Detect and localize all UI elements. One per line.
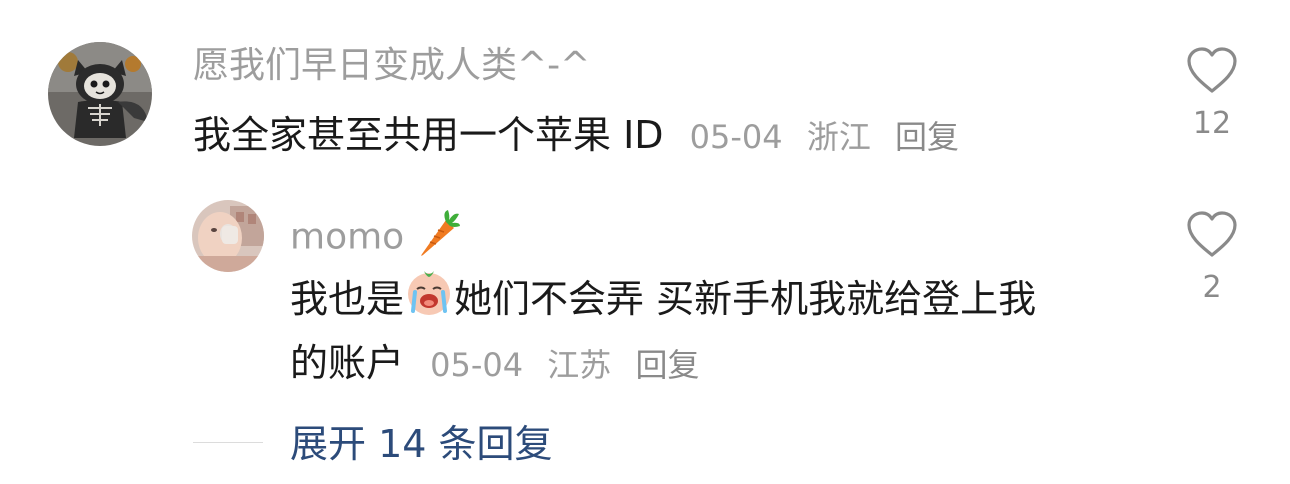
reply-date: 05-04 xyxy=(430,346,524,384)
heart-icon[interactable] xyxy=(1177,46,1247,94)
like-count: 12 xyxy=(1192,106,1232,141)
like-control[interactable]: 2 xyxy=(1177,210,1247,306)
heart-icon[interactable] xyxy=(1177,210,1247,258)
comment-body: 我全家甚至共用一个苹果 ID xyxy=(193,113,664,157)
reply-username-text[interactable]: momo xyxy=(290,217,404,258)
reply-username[interactable]: momo xyxy=(290,208,460,269)
reply-body-part2: 她们不会弄 买新手机我就给登上我 xyxy=(454,277,1037,321)
crying-face-emoji-icon xyxy=(404,267,454,337)
reply-meta: 05-04 江苏 回复 xyxy=(416,346,699,384)
comment-location: 浙江 xyxy=(806,118,871,156)
comment-meta: 05-04 浙江 回复 xyxy=(676,118,959,156)
avatar[interactable] xyxy=(48,42,152,146)
reply-button[interactable]: 回复 xyxy=(895,118,959,156)
comment-text: 我全家甚至共用一个苹果 ID 05-04 浙江 回复 xyxy=(193,102,959,170)
skeleton-plush-avatar-icon xyxy=(48,42,152,146)
avatar[interactable] xyxy=(192,200,264,272)
reply-button[interactable]: 回复 xyxy=(635,346,699,384)
expand-divider xyxy=(193,442,263,443)
reply-text-line2: 的账户 05-04 江苏 回复 xyxy=(290,330,699,398)
reply-location: 江苏 xyxy=(547,346,612,384)
like-count: 2 xyxy=(1202,270,1222,305)
reply-text: 我也是 她们不会弄 买新手机我就给登上我 xyxy=(290,266,1036,337)
expand-replies-link[interactable]: 展开 14 条回复 xyxy=(290,418,553,470)
carrot-emoji-icon xyxy=(416,208,460,269)
comment-date: 05-04 xyxy=(689,118,783,156)
comment-username[interactable]: 愿我们早日变成人类^-^ xyxy=(193,44,590,88)
reply-body-line2: 的账户 xyxy=(290,341,405,385)
like-control[interactable]: 12 xyxy=(1177,46,1247,142)
baby-photo-avatar-icon xyxy=(192,200,264,272)
reply-body-part1: 我也是 xyxy=(290,277,405,321)
